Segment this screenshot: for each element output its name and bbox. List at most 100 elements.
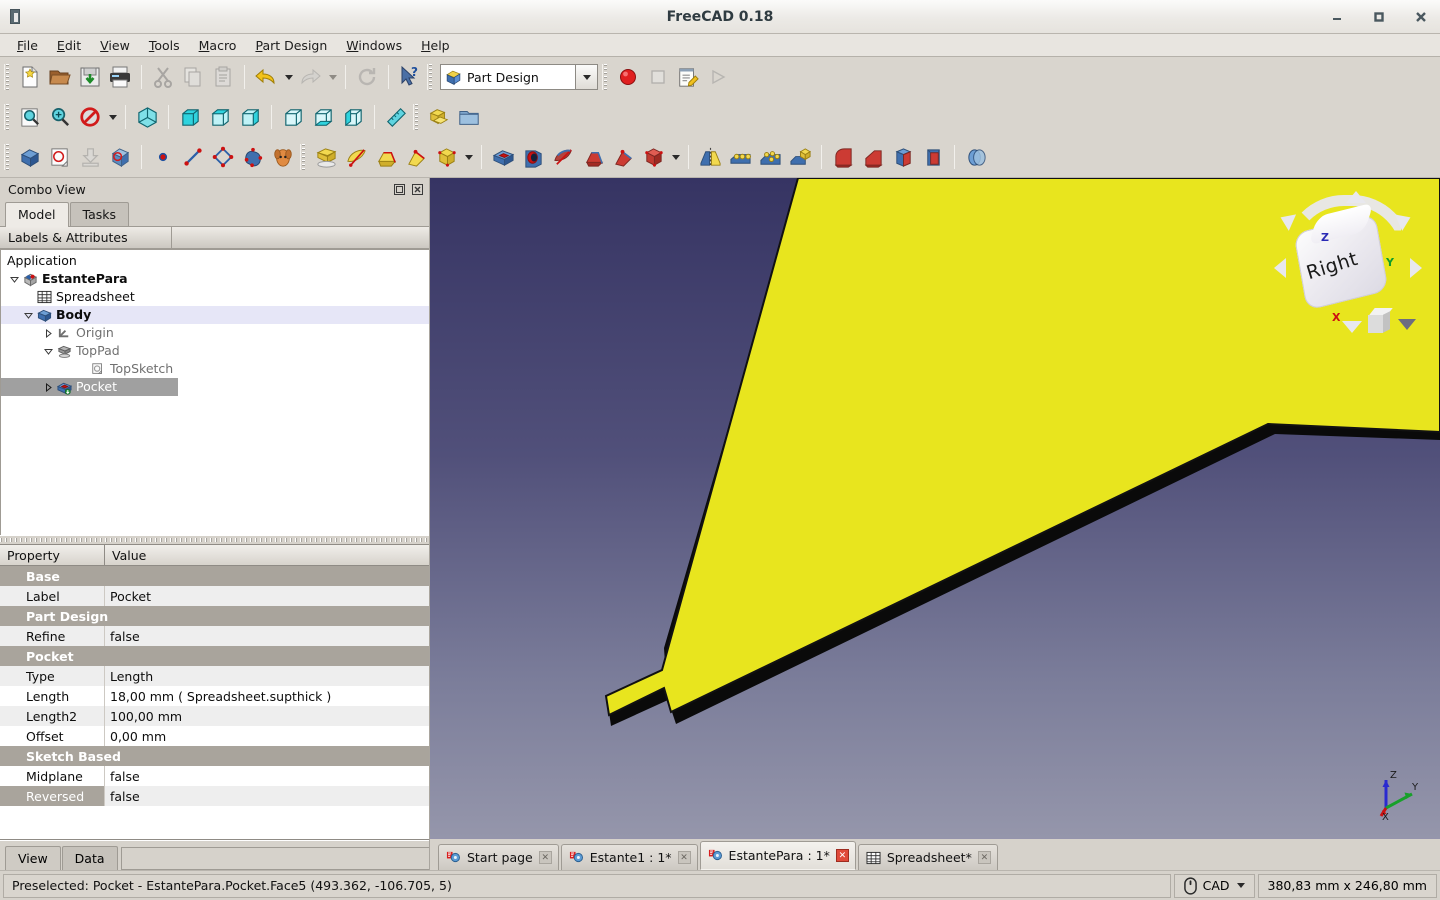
panel-splitter[interactable] (0, 535, 429, 544)
boolean-icon[interactable] (961, 142, 991, 172)
toolbar-grip[interactable] (4, 64, 12, 90)
hole-icon[interactable] (518, 142, 548, 172)
tree-item-estantepara[interactable]: EstantePara (1, 270, 429, 288)
expand-arrow-icon[interactable] (21, 306, 35, 324)
tree-item-application[interactable]: Application (1, 252, 429, 270)
create-shape-binder-icon[interactable] (268, 142, 298, 172)
menu-part-design[interactable]: Part Design (246, 35, 336, 56)
menu-macro[interactable]: Macro (190, 35, 246, 56)
additive-primitive-icon[interactable] (431, 142, 461, 172)
menu-windows[interactable]: Windows (337, 35, 411, 56)
close-button[interactable] (1410, 6, 1432, 28)
pad-icon[interactable] (311, 142, 341, 172)
toolbar-grip[interactable] (4, 144, 12, 170)
top-view-icon[interactable] (205, 102, 235, 132)
chevron-down-icon[interactable] (1236, 883, 1245, 888)
property-value-refine[interactable]: false (105, 626, 429, 646)
groove-icon[interactable] (548, 142, 578, 172)
toolbar-grip[interactable] (300, 144, 308, 170)
create-part-icon[interactable] (424, 102, 454, 132)
macro-edit-icon[interactable] (673, 62, 703, 92)
redo-icon[interactable] (295, 62, 325, 92)
fit-all-icon[interactable] (15, 102, 45, 132)
toolbar-grip[interactable] (413, 104, 421, 130)
nav-arrow-up-icon[interactable] (1346, 191, 1366, 203)
navigation-style-selector[interactable]: CAD (1173, 873, 1255, 898)
subtractive-primitive-icon[interactable] (638, 142, 668, 172)
property-value-label[interactable]: Pocket (105, 586, 429, 606)
create-polyline-icon[interactable] (208, 142, 238, 172)
property-row-type[interactable]: Type Length (0, 666, 429, 686)
menu-file[interactable]: File (8, 35, 47, 56)
copy-icon[interactable] (178, 62, 208, 92)
doc-tab-start-page[interactable]: Start page ✕ (438, 844, 559, 870)
tab-view[interactable]: View (5, 846, 61, 870)
additive-pipe-icon[interactable] (401, 142, 431, 172)
tab-model[interactable]: Model (5, 202, 69, 227)
rear-view-icon[interactable] (278, 102, 308, 132)
create-bspline-icon[interactable] (238, 142, 268, 172)
property-group-base[interactable]: Base (0, 566, 429, 586)
create-line-icon[interactable] (178, 142, 208, 172)
macro-execute-icon[interactable] (703, 62, 733, 92)
paste-icon[interactable] (208, 62, 238, 92)
menu-tools[interactable]: Tools (140, 35, 189, 56)
thickness-icon[interactable] (918, 142, 948, 172)
tab-tasks[interactable]: Tasks (69, 202, 130, 226)
property-column-header[interactable]: Property (0, 545, 105, 565)
attach-sketch-icon[interactable] (75, 142, 105, 172)
3d-viewport[interactable]: Right Z Y X Z Y X (430, 178, 1440, 838)
nav-menu-chevron-down-icon[interactable] (1398, 319, 1416, 330)
navigation-cube[interactable]: Right Z Y X (1274, 183, 1424, 343)
undo-dropdown-icon[interactable] (281, 62, 295, 92)
new-document-icon[interactable] (15, 62, 45, 92)
expand-arrow-icon[interactable] (7, 270, 21, 288)
nav-arrow-left-icon[interactable] (1274, 258, 1286, 278)
menu-help[interactable]: Help (412, 35, 459, 56)
polar-pattern-icon[interactable] (755, 142, 785, 172)
doc-tab-close-icon[interactable]: ✕ (538, 851, 552, 864)
macro-stop-icon[interactable] (643, 62, 673, 92)
tree-item-body[interactable]: Body (1, 306, 429, 324)
redo-dropdown-icon[interactable] (325, 62, 339, 92)
fit-selection-icon[interactable] (45, 102, 75, 132)
property-group-part-design[interactable]: Part Design (0, 606, 429, 626)
property-group-pocket[interactable]: Pocket (0, 646, 429, 666)
property-value-type[interactable]: Length (105, 666, 429, 686)
property-row-refine[interactable]: Refine false (0, 626, 429, 646)
doc-tab-close-icon[interactable]: ✕ (835, 849, 849, 862)
undock-icon[interactable] (392, 182, 407, 197)
left-view-icon[interactable] (338, 102, 368, 132)
right-view-icon[interactable] (235, 102, 265, 132)
menu-view[interactable]: View (91, 35, 139, 56)
undo-icon[interactable] (251, 62, 281, 92)
property-row-offset[interactable]: Offset 0,00 mm (0, 726, 429, 746)
maximize-button[interactable] (1368, 6, 1390, 28)
property-row-length2[interactable]: Length2 100,00 mm (0, 706, 429, 726)
subtractive-primitive-dropdown-icon[interactable] (668, 142, 682, 172)
property-value-offset[interactable]: 0,00 mm (105, 726, 429, 746)
nav-home-cube-icon[interactable] (1368, 308, 1394, 334)
front-view-icon[interactable] (175, 102, 205, 132)
toolbar-grip[interactable] (602, 64, 610, 90)
draft-icon[interactable] (888, 142, 918, 172)
refresh-icon[interactable] (352, 62, 382, 92)
print-icon[interactable] (105, 62, 135, 92)
mirrored-icon[interactable] (695, 142, 725, 172)
menu-edit[interactable]: Edit (48, 35, 90, 56)
whats-this-icon[interactable]: ? (395, 62, 425, 92)
workbench-dropdown-icon[interactable] (575, 65, 597, 89)
expand-arrow-icon[interactable] (41, 342, 55, 360)
property-row-reversed[interactable]: Reversed false (0, 786, 429, 806)
create-point-icon[interactable] (148, 142, 178, 172)
model-tree[interactable]: Application EstantePara Spreadsheet Body… (0, 250, 429, 535)
tree-item-pocket[interactable]: Pocket (1, 378, 178, 396)
open-document-icon[interactable] (45, 62, 75, 92)
tree-item-topsketch[interactable]: TopSketch (1, 360, 429, 378)
fillet-icon[interactable] (828, 142, 858, 172)
macro-record-icon[interactable] (613, 62, 643, 92)
collapse-arrow-icon[interactable] (41, 378, 55, 396)
create-body-icon[interactable] (15, 142, 45, 172)
doc-tab-estante1[interactable]: Estante1 : 1* ✕ (560, 844, 698, 870)
collapse-arrow-icon[interactable] (41, 324, 55, 342)
